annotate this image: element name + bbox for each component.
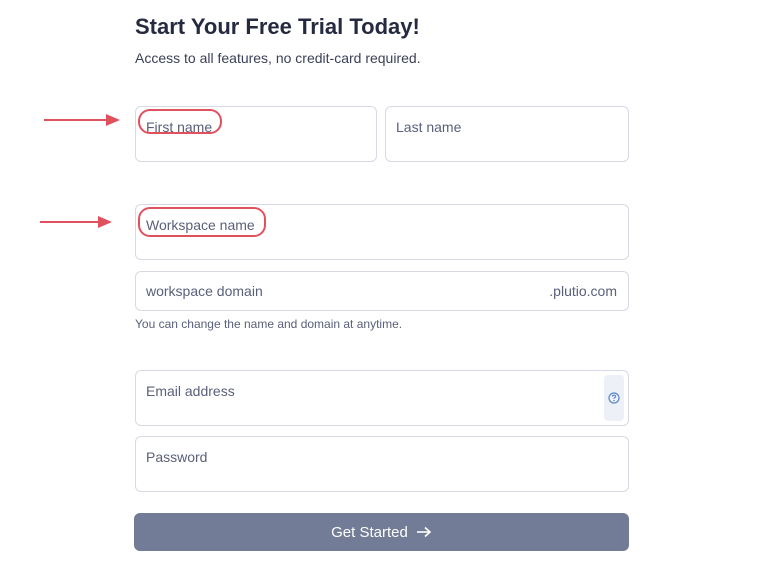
arrow-right-icon — [416, 526, 432, 538]
get-started-label: Get Started — [331, 523, 408, 541]
annotation-arrow-icon — [40, 216, 112, 228]
domain-hint: You can change the name and domain at an… — [135, 317, 403, 331]
last-name-field[interactable]: Last name — [385, 106, 629, 162]
first-name-highlight — [138, 109, 222, 134]
page-title: Start Your Free Trial Today! — [135, 14, 420, 39]
last-name-label: Last name — [396, 119, 462, 135]
email-help-button[interactable] — [604, 375, 624, 421]
annotation-arrow-icon — [44, 114, 120, 126]
question-circle-icon — [608, 392, 620, 404]
workspace-domain-placeholder: workspace domain — [146, 283, 263, 299]
password-field[interactable]: Password — [135, 436, 629, 492]
page-subtitle: Access to all features, no credit-card r… — [135, 50, 421, 66]
email-label: Email address — [146, 383, 235, 399]
domain-suffix: .plutio.com — [549, 283, 617, 299]
workspace-name-highlight — [138, 207, 266, 237]
get-started-button[interactable]: Get Started — [134, 513, 629, 551]
workspace-domain-field[interactable]: workspace domain .plutio.com — [135, 271, 629, 311]
email-field[interactable]: Email address — [135, 370, 629, 426]
password-label: Password — [146, 449, 208, 465]
